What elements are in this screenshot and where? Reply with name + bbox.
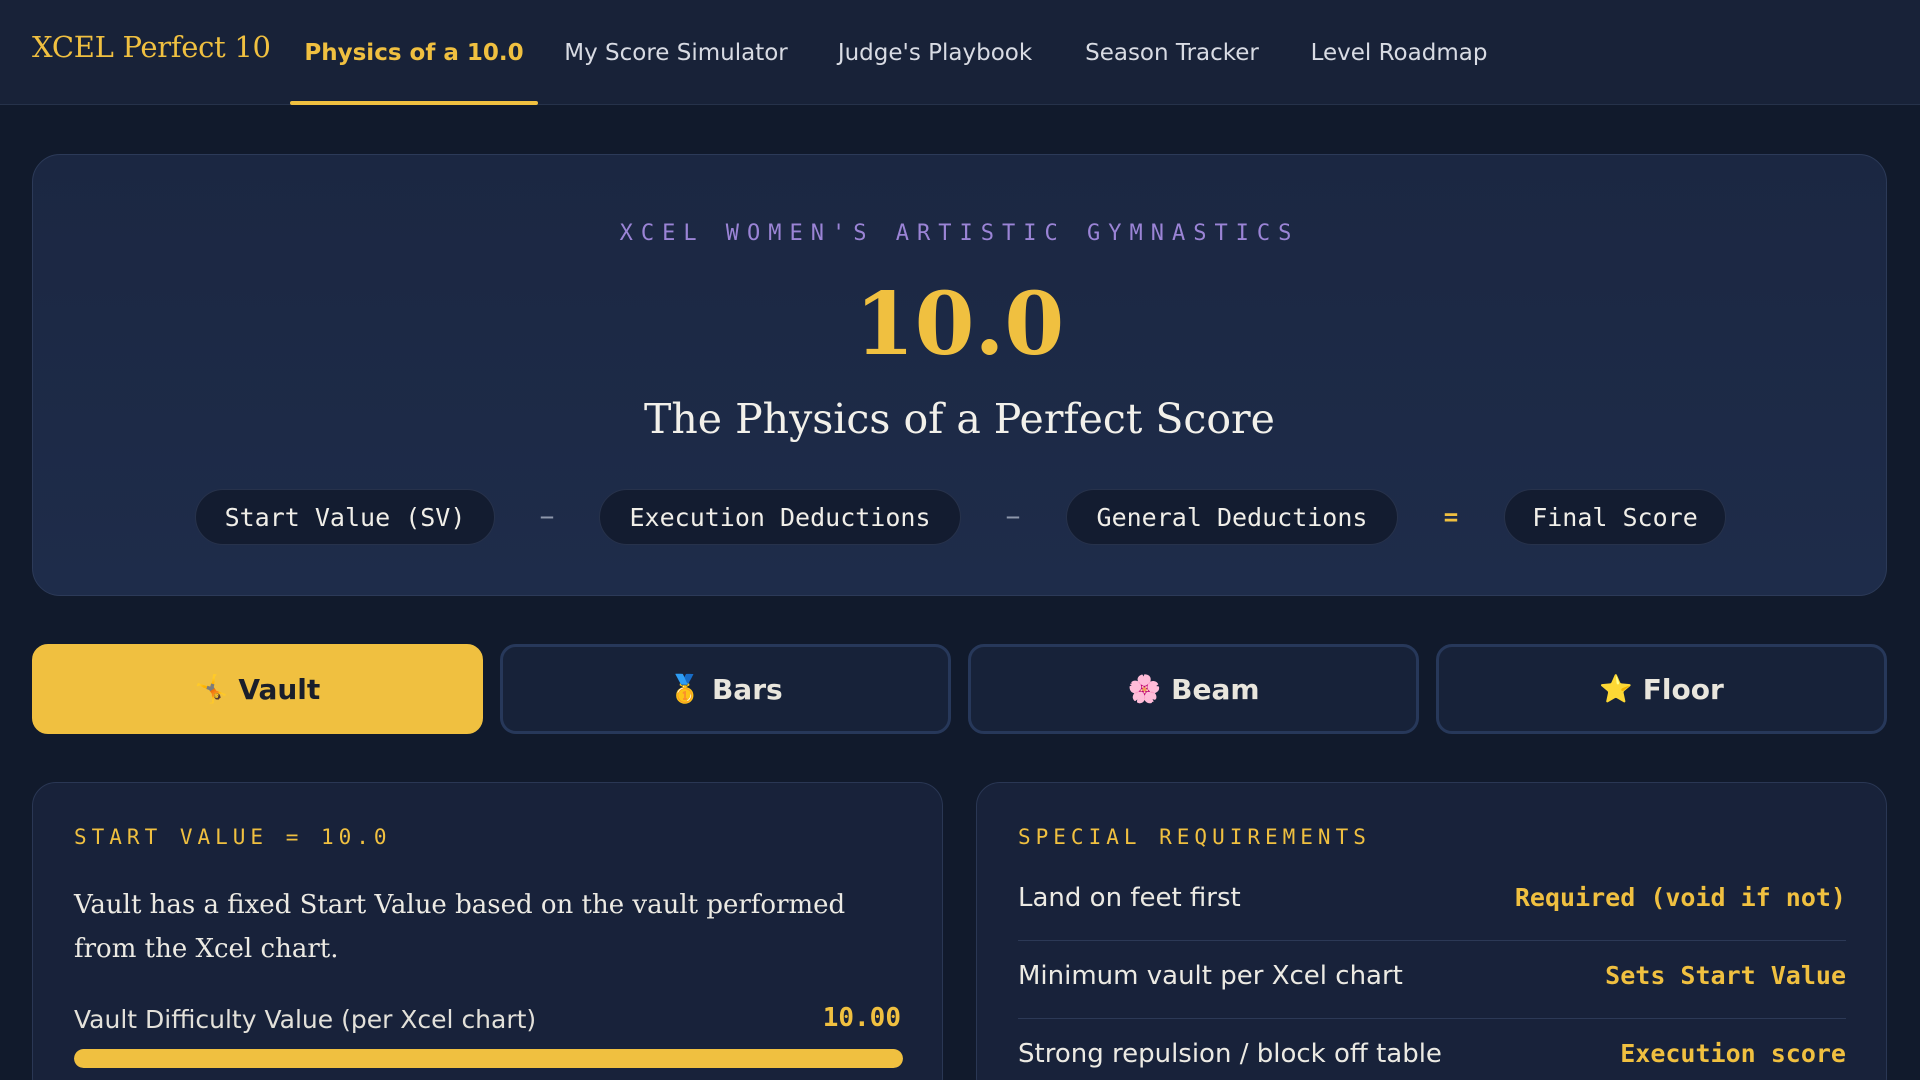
event-tab-label: Bars bbox=[711, 672, 783, 706]
difficulty-progress-fill bbox=[74, 1049, 903, 1068]
medal-icon: 🥇 bbox=[668, 674, 702, 705]
formula-execution-deductions: Execution Deductions bbox=[599, 489, 961, 545]
difficulty-progress-bar bbox=[74, 1049, 903, 1068]
formula-minus-operator: − bbox=[539, 503, 555, 531]
event-tab-bars[interactable]: 🥇 Bars bbox=[500, 644, 951, 734]
hero-score: 10.0 bbox=[854, 274, 1065, 375]
nav-tab-season-tracker[interactable]: Season Tracker bbox=[1078, 0, 1266, 105]
requirement-row: Strong repulsion / block off table Execu… bbox=[1018, 1019, 1846, 1080]
metric-label: Vault Difficulty Value (per Xcel chart) bbox=[74, 1005, 537, 1034]
requirement-value: Sets Start Value bbox=[1605, 961, 1846, 990]
requirement-label: Land on feet first bbox=[1018, 883, 1241, 913]
event-tab-vault[interactable]: 🤸 Vault bbox=[32, 644, 483, 734]
hero-eyebrow: XCEL WOMEN'S ARTISTIC GYMNASTICS bbox=[619, 221, 1300, 246]
formula-minus-operator: − bbox=[1005, 503, 1021, 531]
nav-tab-label: Season Tracker bbox=[1085, 39, 1259, 66]
requirement-value: Required (void if not) bbox=[1514, 883, 1846, 912]
nav-tab-label: My Score Simulator bbox=[564, 39, 788, 66]
hero-title: The Physics of a Perfect Score bbox=[644, 395, 1275, 443]
event-tab-beam[interactable]: 🌸 Beam bbox=[968, 644, 1419, 734]
start-value-card: START VALUE = 10.0 Vault has a fixed Sta… bbox=[32, 782, 943, 1080]
gymnast-icon: 🤸 bbox=[194, 674, 229, 705]
hero-panel: XCEL WOMEN'S ARTISTIC GYMNASTICS 10.0 Th… bbox=[32, 154, 1887, 596]
requirement-label: Strong repulsion / block off table bbox=[1018, 1039, 1442, 1069]
card-heading: START VALUE = 10.0 bbox=[74, 825, 392, 849]
card-heading: SPECIAL REQUIREMENTS bbox=[1018, 825, 1371, 849]
requirement-row: Land on feet first Required (void if not… bbox=[1018, 863, 1846, 941]
flower-icon: 🌸 bbox=[1127, 674, 1162, 705]
nav-tab-label: Physics of a 10.0 bbox=[304, 39, 524, 66]
star-icon: ⭐ bbox=[1599, 674, 1633, 705]
formula-general-deductions: General Deductions bbox=[1066, 489, 1398, 545]
metric-value: 10.00 bbox=[822, 1003, 901, 1033]
requirement-label: Minimum vault per Xcel chart bbox=[1018, 961, 1403, 991]
card-description: Vault has a fixed Start Value based on t… bbox=[74, 890, 846, 964]
brand-logo[interactable]: XCEL Perfect 10 bbox=[32, 30, 271, 64]
event-tab-label: Vault bbox=[238, 672, 321, 706]
requirement-value: Execution score bbox=[1620, 1039, 1846, 1068]
top-navigation: XCEL Perfect 10 Physics of a 10.0 My Sco… bbox=[0, 0, 1920, 105]
nav-tab-label: Level Roadmap bbox=[1310, 39, 1488, 66]
event-tab-label: Beam bbox=[1171, 672, 1260, 706]
event-tab-label: Floor bbox=[1642, 672, 1724, 706]
nav-tab-judges-playbook[interactable]: Judge's Playbook bbox=[826, 0, 1044, 105]
nav-tab-level-roadmap[interactable]: Level Roadmap bbox=[1306, 0, 1492, 105]
formula-equals-operator: = bbox=[1443, 503, 1459, 531]
formula-final-score: Final Score bbox=[1504, 489, 1726, 545]
formula-start-value: Start Value (SV) bbox=[195, 489, 495, 545]
nav-tab-label: Judge's Playbook bbox=[837, 39, 1033, 66]
event-tab-floor[interactable]: ⭐ Floor bbox=[1436, 644, 1887, 734]
nav-tab-physics[interactable]: Physics of a 10.0 bbox=[290, 0, 538, 105]
special-requirements-card: SPECIAL REQUIREMENTS Land on feet first … bbox=[976, 782, 1887, 1080]
nav-tab-score-simulator[interactable]: My Score Simulator bbox=[556, 0, 796, 105]
requirement-row: Minimum vault per Xcel chart Sets Start … bbox=[1018, 941, 1846, 1019]
